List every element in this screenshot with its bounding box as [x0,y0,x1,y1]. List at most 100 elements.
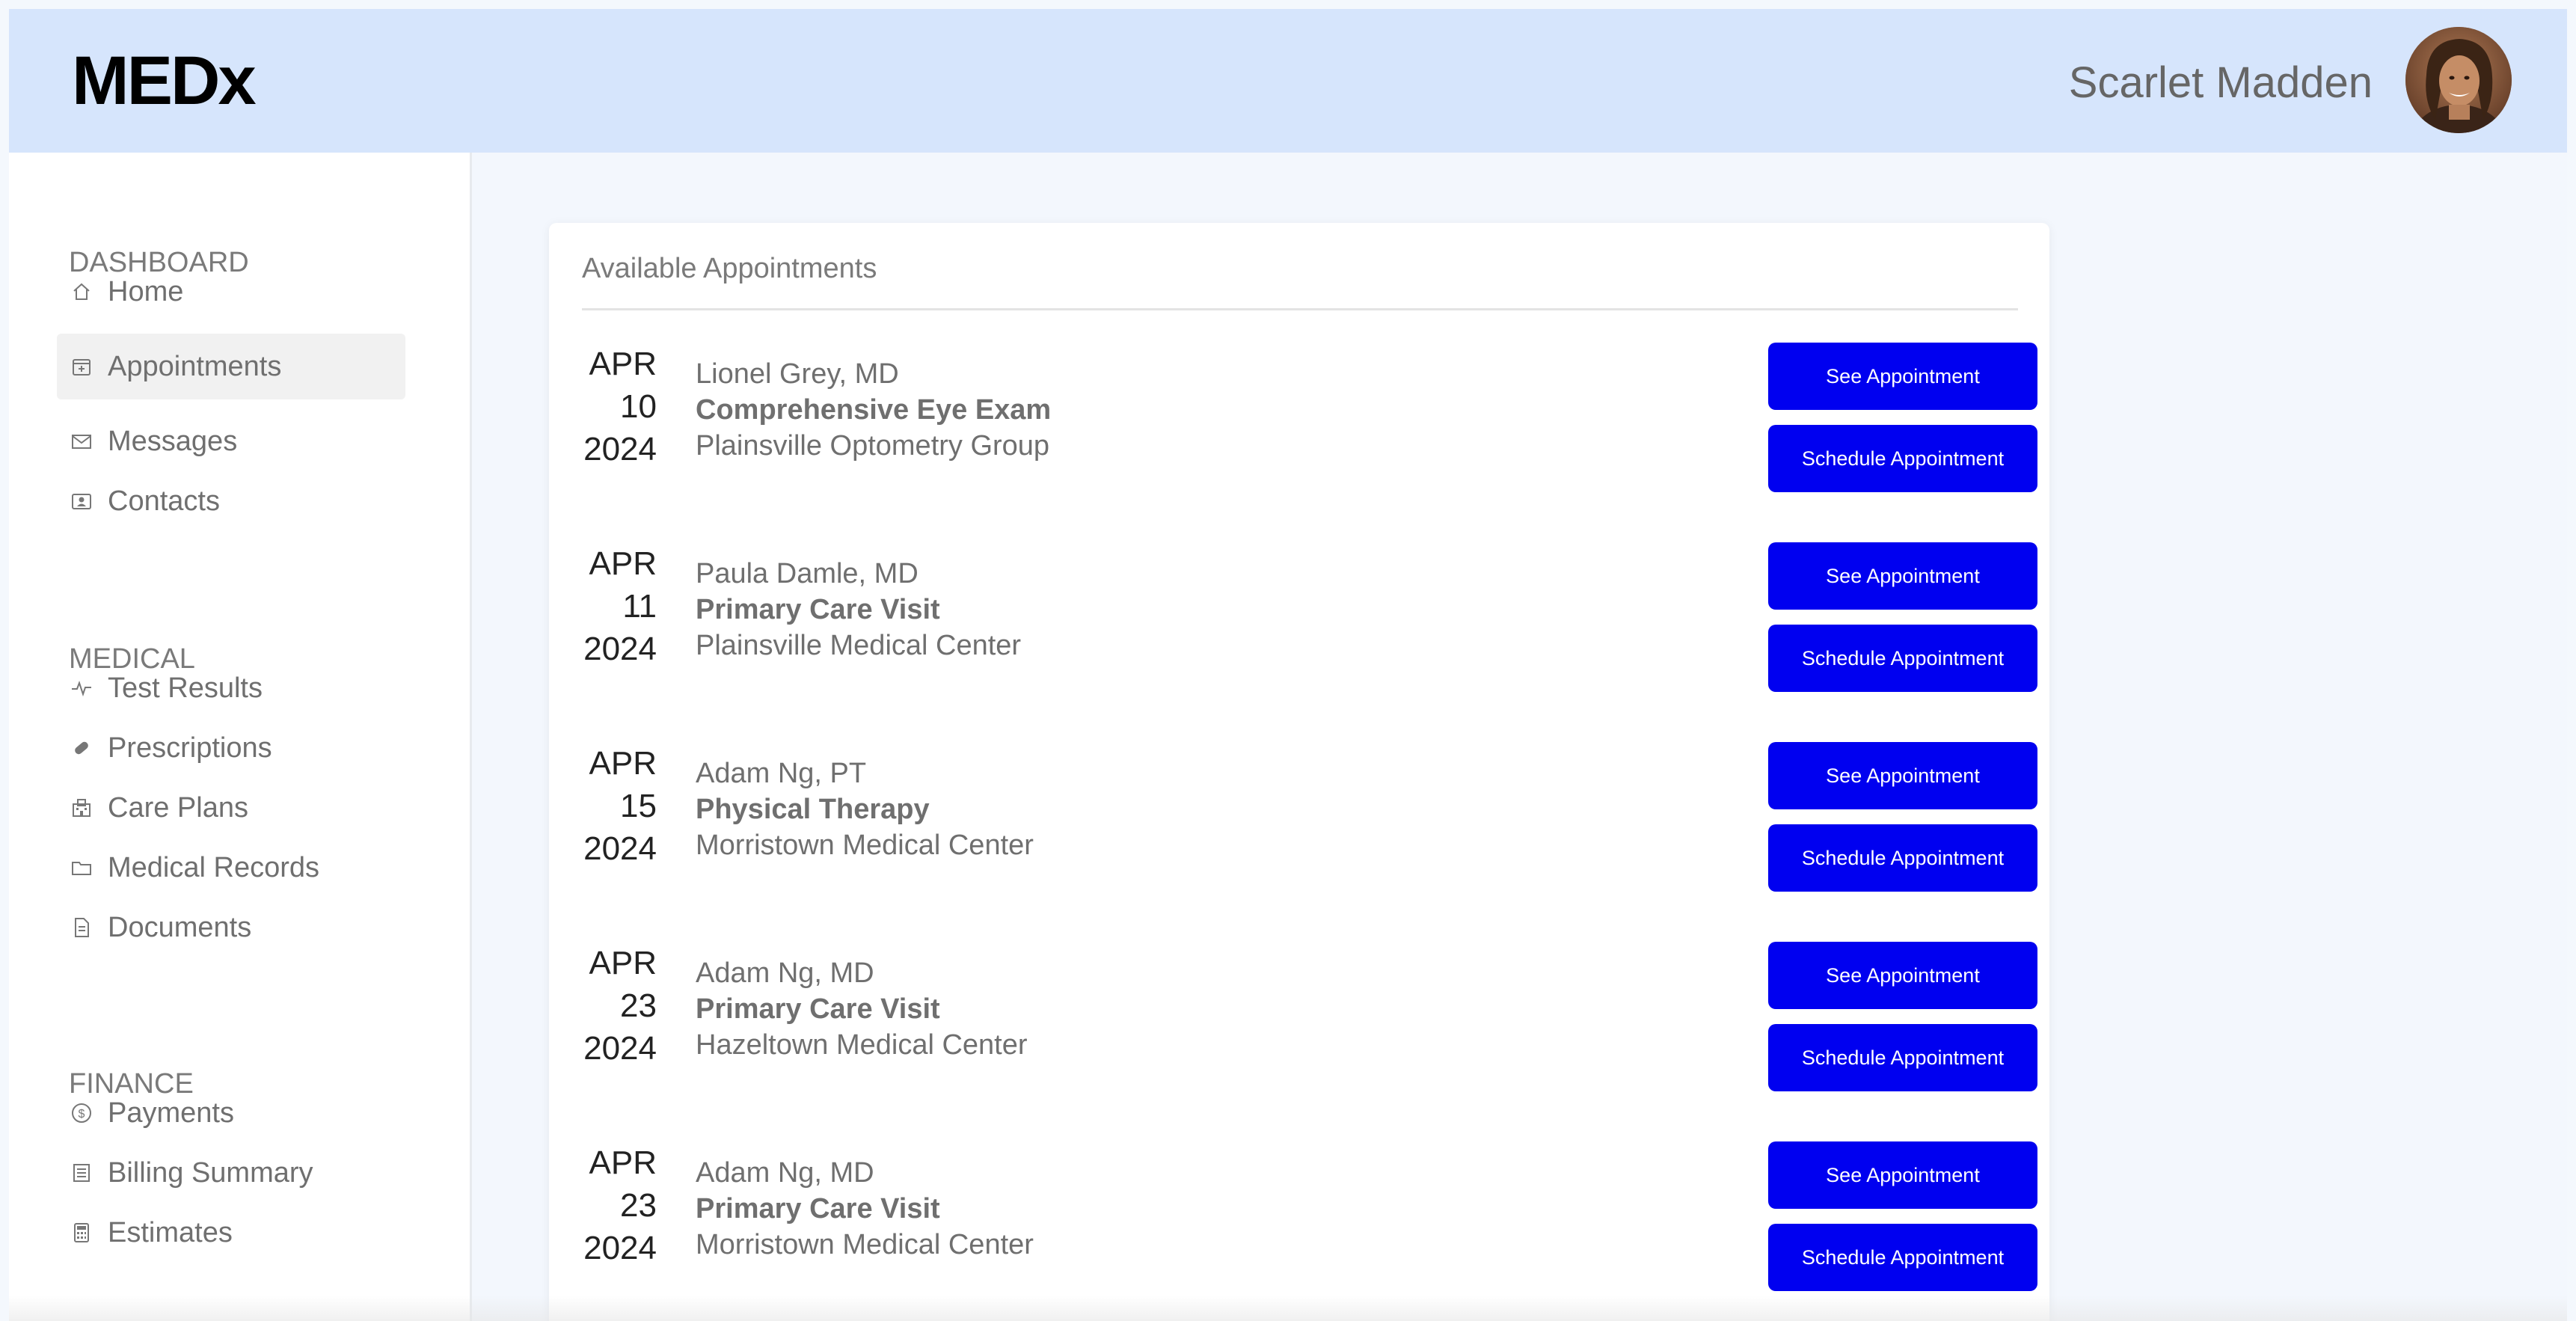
appointment-type: Primary Care Visit [696,993,940,1025]
sidebar-item-label: Home [108,276,184,307]
dollar-circle-icon: $ [69,1100,94,1126]
appointment-doctor: Adam Ng, PT [696,758,867,789]
sidebar-item-home[interactable]: Home [57,259,405,325]
appointment-year: 2024 [583,1230,657,1266]
appointment-doctor: Paula Damle, MD [696,558,919,589]
avatar[interactable] [2405,27,2512,133]
schedule-appointment-button[interactable]: Schedule Appointment [1768,425,2037,492]
sidebar-item-documents[interactable]: Documents [57,895,405,960]
appointment-month: APR [589,545,657,582]
sidebar: DASHBOARD Home Appointments Messages Con… [9,153,472,1321]
see-appointment-button[interactable]: See Appointment [1768,1141,2037,1209]
appointment-info: Adam Ng, MD Primary Care Visit Morristow… [696,1155,1034,1263]
card-title: Available Appointments [582,253,877,284]
sidebar-item-label: Appointments [108,351,282,382]
appointments-card: Available Appointments APR 10 2024 Lione… [549,223,2049,1321]
hospital-icon [69,795,94,821]
see-appointment-button[interactable]: See Appointment [1768,542,2037,610]
sidebar-item-label: Documents [108,912,252,943]
schedule-appointment-button[interactable]: Schedule Appointment [1768,625,2037,692]
appointment-type: Primary Care Visit [696,1193,940,1225]
see-appointment-button[interactable]: See Appointment [1768,343,2037,410]
schedule-appointment-button[interactable]: Schedule Appointment [1768,1224,2037,1291]
appointment-day: 23 [620,987,657,1024]
pill-icon [69,735,94,761]
appointment-date: APR 15 2024 [579,742,657,870]
sidebar-item-label: Test Results [108,672,263,704]
appointment-row: APR 23 2024 Adam Ng, MD Primary Care Vis… [549,1141,2049,1306]
avatar-image [2405,27,2512,133]
appointment-day: 15 [620,788,657,824]
card-divider [582,308,2018,310]
sidebar-item-label: Payments [108,1097,234,1129]
appointment-info: Lionel Grey, MD Comprehensive Eye Exam P… [696,356,1051,464]
appointment-location: Plainsville Optometry Group [696,430,1050,462]
appointment-day: 11 [622,588,657,625]
sidebar-item-label: Estimates [108,1217,233,1248]
sidebar-item-test-results[interactable]: Test Results [57,655,405,721]
appointment-month: APR [589,346,657,382]
appointment-location: Plainsville Medical Center [696,630,1022,661]
appointment-row: APR 10 2024 Lionel Grey, MD Comprehensiv… [549,343,2049,507]
see-appointment-button[interactable]: See Appointment [1768,942,2037,1009]
appointment-row: APR 11 2024 Paula Damle, MD Primary Care… [549,542,2049,707]
sidebar-item-messages[interactable]: Messages [57,408,405,474]
svg-text:$: $ [79,1108,85,1121]
appointment-year: 2024 [583,431,657,468]
appointment-type: Primary Care Visit [696,594,940,625]
sidebar-item-prescriptions[interactable]: Prescriptions [57,715,405,781]
appointment-row: APR 15 2024 Adam Ng, PT Physical Therapy… [549,742,2049,907]
appointment-info: Adam Ng, PT Physical Therapy Morristown … [696,755,1034,863]
sidebar-item-payments[interactable]: $ Payments [57,1080,405,1146]
mail-icon [69,429,94,454]
sidebar-item-label: Medical Records [108,852,319,883]
home-icon [69,279,94,304]
document-icon [69,915,94,940]
sidebar-item-label: Contacts [108,485,220,517]
appointment-day: 10 [620,388,657,425]
bottom-shadow [9,1296,2567,1321]
sidebar-item-appointments[interactable]: Appointments [57,334,405,399]
appointment-month: APR [589,945,657,981]
calendar-icon [69,354,94,379]
top-header: MEDx Scarlet Madden [9,9,2567,153]
sidebar-item-medical-records[interactable]: Medical Records [57,835,405,901]
appointment-date: APR 11 2024 [579,542,657,670]
sidebar-item-label: Prescriptions [108,732,272,764]
appointment-info: Paula Damle, MD Primary Care Visit Plain… [696,556,1021,663]
appointment-month: APR [589,745,657,782]
schedule-appointment-button[interactable]: Schedule Appointment [1768,1024,2037,1091]
sidebar-item-estimates[interactable]: Estimates [57,1200,405,1266]
sidebar-item-label: Messages [108,426,238,457]
contact-card-icon [69,488,94,514]
appointment-info: Adam Ng, MD Primary Care Visit Hazeltown… [696,955,1028,1063]
appointment-location: Hazeltown Medical Center [696,1029,1028,1061]
sidebar-item-billing-summary[interactable]: Billing Summary [57,1140,405,1206]
appointment-doctor: Adam Ng, MD [696,1157,874,1189]
appointment-location: Morristown Medical Center [696,830,1034,861]
sidebar-item-care-plans[interactable]: Care Plans [57,775,405,841]
app-frame: MEDx Scarlet Madden DASHBOARD Home Appoi… [9,9,2567,1321]
appointment-doctor: Adam Ng, MD [696,957,874,989]
sidebar-item-label: Billing Summary [108,1157,313,1189]
sidebar-item-contacts[interactable]: Contacts [57,468,405,534]
appointment-row: APR 23 2024 Adam Ng, MD Primary Care Vis… [549,942,2049,1106]
appointment-doctor: Lionel Grey, MD [696,358,899,390]
appointment-day: 23 [620,1187,657,1224]
receipt-icon [69,1160,94,1186]
sidebar-item-label: Care Plans [108,792,248,824]
appointment-location: Morristown Medical Center [696,1229,1034,1260]
appointment-date: APR 23 2024 [579,1141,657,1269]
schedule-appointment-button[interactable]: Schedule Appointment [1768,824,2037,892]
appointment-month: APR [589,1144,657,1181]
see-appointment-button[interactable]: See Appointment [1768,742,2037,809]
user-name: Scarlet Madden [2068,58,2373,107]
appointment-date: APR 10 2024 [579,343,657,471]
appointment-year: 2024 [583,830,657,867]
appointment-date: APR 23 2024 [579,942,657,1070]
appointment-type: Comprehensive Eye Exam [696,394,1052,426]
app-logo[interactable]: MEDx [72,46,257,115]
appointment-year: 2024 [583,631,657,667]
appointment-year: 2024 [583,1030,657,1067]
folder-icon [69,855,94,880]
